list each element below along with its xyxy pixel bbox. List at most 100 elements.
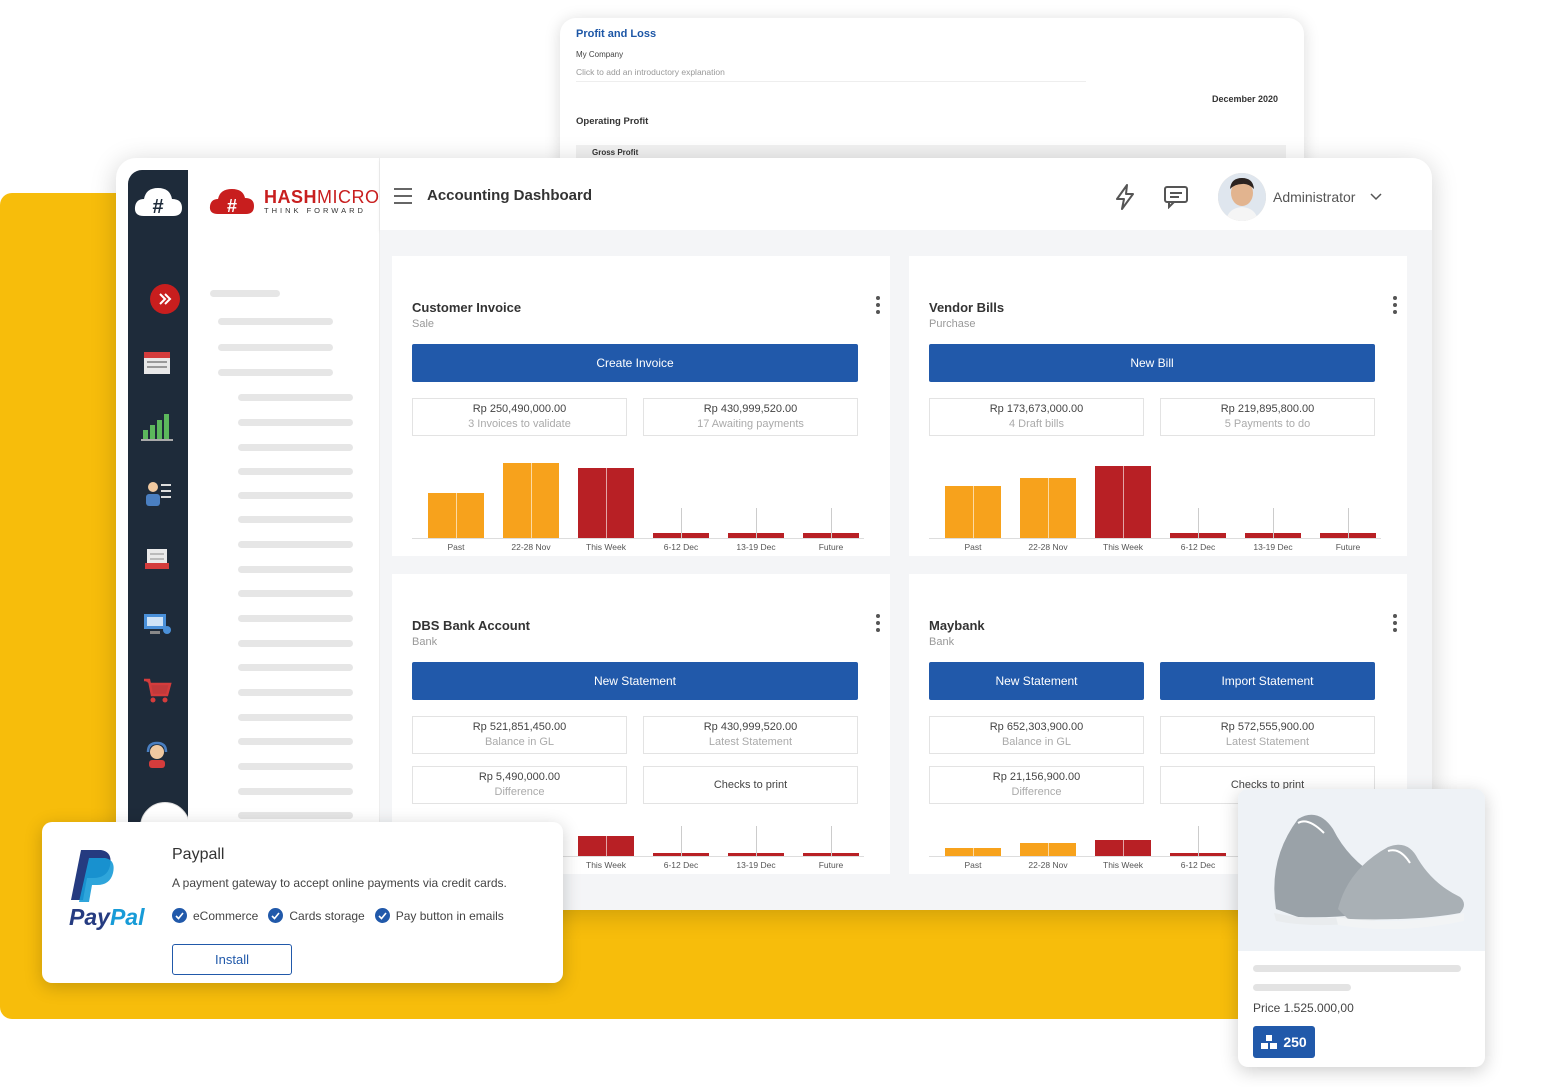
check-circle-icon <box>172 908 187 923</box>
brand-tagline: THINK FORWARD <box>264 205 366 215</box>
brand-name-bold: HASH <box>264 186 318 207</box>
avatar[interactable] <box>1218 173 1266 221</box>
brand-logo[interactable]: # HASHMICRO THINK FORWARD <box>208 184 380 218</box>
chart-bar[interactable] <box>945 848 1001 856</box>
calendar-icon[interactable] <box>140 346 174 380</box>
sales-chart-icon[interactable] <box>140 410 174 444</box>
stat-label: Balance in GL <box>484 736 555 748</box>
computer-icon[interactable] <box>140 608 174 642</box>
boxes-icon <box>1261 1035 1278 1049</box>
chart-x-label: Past <box>447 542 465 552</box>
chart-bar-divider <box>973 486 974 538</box>
sneaker-image-icon <box>1274 814 1464 930</box>
stat-box[interactable]: Rp 430,999,520.00 17 Awaiting payments <box>643 398 858 436</box>
paypal-app-card: PayPal Paypall A payment gateway to acce… <box>42 822 563 983</box>
menu-skeleton <box>238 590 353 597</box>
expand-menu-icon[interactable] <box>150 284 180 314</box>
product-price: Price 1.525.000,00 <box>1253 1001 1354 1015</box>
chart-bar[interactable] <box>728 826 784 856</box>
chart-bar[interactable] <box>1095 840 1151 856</box>
kebab-menu-icon[interactable] <box>1393 614 1397 635</box>
stat-amount: Rp 219,895,800.00 <box>1220 403 1315 415</box>
support-agent-icon[interactable] <box>140 738 174 772</box>
chart-bar[interactable] <box>1245 508 1301 538</box>
printer-icon[interactable] <box>140 542 174 576</box>
create-invoice-button[interactable]: Create Invoice <box>412 344 858 382</box>
chart-x-label: 22-28 Nov <box>511 542 551 552</box>
chart-bar-divider <box>831 826 832 856</box>
chart-bar[interactable] <box>1170 826 1226 856</box>
chart-bar[interactable] <box>503 463 559 538</box>
shopping-cart-icon[interactable] <box>140 674 174 708</box>
hashmicro-cloud-logo-icon[interactable]: # <box>132 182 184 222</box>
chart-bar[interactable] <box>803 826 859 856</box>
checks-to-print-button[interactable]: Checks to print <box>643 766 858 804</box>
chart-bar[interactable] <box>578 468 634 538</box>
chart-bar[interactable] <box>428 493 484 538</box>
import-statement-button[interactable]: Import Statement <box>1160 662 1375 700</box>
report-company: My Company <box>576 50 624 59</box>
chart-x-label: Future <box>818 860 844 870</box>
chart-bar[interactable] <box>578 836 634 856</box>
stat-box[interactable]: Rp 521,851,450.00 Balance in GL <box>412 716 627 754</box>
install-button[interactable]: Install <box>172 944 292 975</box>
stat-box[interactable]: Rp 21,156,900.00 Difference <box>929 766 1144 804</box>
chart-bar[interactable] <box>1320 508 1376 538</box>
stat-label: Difference <box>1011 786 1062 798</box>
user-name[interactable]: Administrator <box>1273 189 1355 205</box>
stock-count: 250 <box>1283 1034 1307 1050</box>
stat-box[interactable]: Rp 572,555,900.00 Latest Statement <box>1160 716 1375 754</box>
dashboard-window: # # HASHMICRO THINK FORWARD Accounting D… <box>116 158 1432 910</box>
name-skeleton <box>1253 984 1351 991</box>
report-title[interactable]: Profit and Loss <box>576 28 1288 40</box>
user-photo-icon <box>1218 173 1266 221</box>
chevron-down-icon[interactable] <box>1370 191 1382 201</box>
menu-skeleton <box>238 419 353 426</box>
kebab-menu-icon[interactable] <box>876 296 880 317</box>
chat-icon[interactable] <box>1163 185 1189 209</box>
chart-axis-line <box>412 538 864 539</box>
chart-x-label: 6-12 Dec <box>1180 860 1216 870</box>
kebab-menu-icon[interactable] <box>876 614 880 635</box>
stat-box[interactable]: Rp 173,673,000.00 4 Draft bills <box>929 398 1144 436</box>
chart-bar[interactable] <box>728 508 784 538</box>
kebab-menu-icon[interactable] <box>1393 296 1397 317</box>
stock-badge[interactable]: 250 <box>1253 1026 1315 1058</box>
chart-bar[interactable] <box>653 826 709 856</box>
hamburger-menu-icon[interactable] <box>394 188 412 209</box>
stat-box[interactable]: Rp 250,490,000.00 3 Invoices to validate <box>412 398 627 436</box>
chart-bar[interactable] <box>653 508 709 538</box>
check-circle-icon <box>268 908 284 923</box>
new-statement-button[interactable]: New Statement <box>929 662 1144 700</box>
stat-label: 3 Invoices to validate <box>468 418 571 430</box>
chart-bar[interactable] <box>1020 843 1076 856</box>
feature-item: Cards storage <box>268 908 365 923</box>
menu-skeleton <box>238 615 353 622</box>
stat-box[interactable]: Rp 5,490,000.00 Difference <box>412 766 627 804</box>
stat-box[interactable]: Rp 652,303,900.00 Balance in GL <box>929 716 1144 754</box>
card-title: Vendor Bills <box>929 300 1005 315</box>
chart-bar-divider <box>531 463 532 538</box>
employee-icon[interactable] <box>140 476 174 510</box>
product-card[interactable]: Price 1.525.000,00 250 <box>1238 789 1485 1067</box>
chart-bar[interactable] <box>1170 508 1226 538</box>
hashmicro-logo-icon: # <box>209 189 254 216</box>
new-statement-button[interactable]: New Statement <box>412 662 858 700</box>
new-bill-button[interactable]: New Bill <box>929 344 1375 382</box>
stat-box[interactable]: Rp 219,895,800.00 5 Payments to do <box>1160 398 1375 436</box>
chart-bar-divider <box>1198 508 1199 538</box>
paypal-logo-icon <box>71 850 114 902</box>
chart-bar[interactable] <box>1095 466 1151 538</box>
menu-skeleton <box>218 369 333 376</box>
chart-bar[interactable] <box>803 508 859 538</box>
menu-skeleton <box>238 714 353 721</box>
chart-x-label: This Week <box>586 860 626 870</box>
chart-bar[interactable] <box>1020 478 1076 538</box>
chart-bar[interactable] <box>945 486 1001 538</box>
card-subtitle: Purchase <box>929 318 976 330</box>
stat-box[interactable]: Rp 430,999,520.00 Latest Statement <box>643 716 858 754</box>
report-intro-input[interactable]: Click to add an introductory explanation <box>576 67 1086 82</box>
chart-bar-divider <box>456 493 457 538</box>
menu-skeleton <box>238 664 353 671</box>
lightning-icon[interactable] <box>1114 184 1136 210</box>
